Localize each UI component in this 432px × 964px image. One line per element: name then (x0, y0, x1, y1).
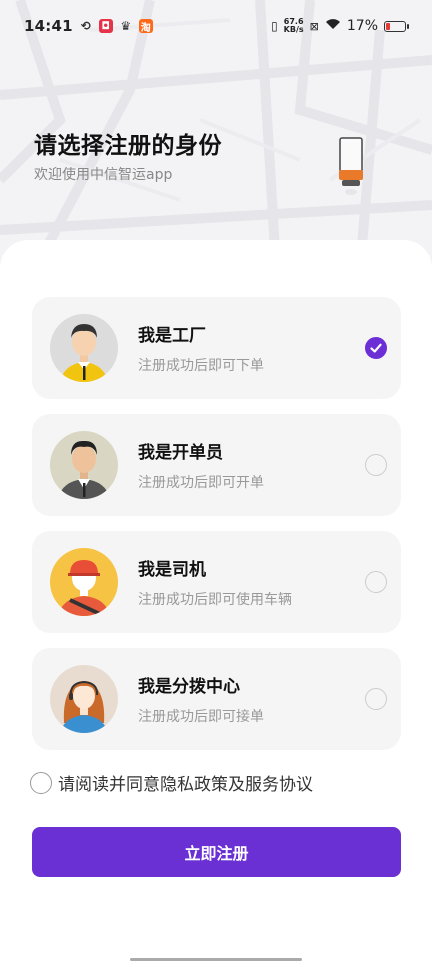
role-card-factory[interactable]: 我是工厂 注册成功后即可下单 (32, 297, 401, 399)
wifi-icon (325, 18, 341, 34)
role-card-order-clerk[interactable]: 我是开单员 注册成功后即可开单 (32, 414, 401, 516)
shopping-app-icon: 淘 (138, 19, 153, 34)
role-radio[interactable] (365, 688, 387, 710)
truck-illustration (336, 136, 368, 202)
role-texts: 我是司机 注册成功后即可使用车辆 (138, 555, 365, 609)
distribution-center-avatar (50, 665, 118, 733)
network-speed-unit: KB/s (283, 25, 304, 34)
role-title: 我是开单员 (138, 443, 223, 463)
role-title: 我是分拨中心 (138, 677, 240, 697)
battery-percent: 17% (346, 18, 378, 34)
check-icon (370, 343, 382, 353)
agreement-checkbox[interactable] (30, 771, 52, 794)
home-indicator (130, 958, 302, 961)
role-radio[interactable] (365, 571, 387, 593)
role-card-driver[interactable]: 我是司机 注册成功后即可使用车辆 (32, 531, 401, 633)
role-texts: 我是工厂 注册成功后即可下单 (138, 321, 365, 375)
status-right: ▯ 67.6 KB/s ⊠ 17% (271, 18, 409, 34)
page-title: 请选择注册的身份 (34, 133, 222, 159)
agreement-row[interactable]: 请阅读并同意隐私政策及服务协议 (30, 770, 313, 795)
role-radio-selected[interactable] (365, 337, 387, 359)
factory-avatar (50, 314, 118, 382)
crown-icon: ♛ (120, 19, 132, 33)
role-texts: 我是分拨中心 注册成功后即可接单 (138, 672, 365, 726)
battery-icon (384, 20, 409, 32)
order-clerk-avatar (50, 431, 118, 499)
agreement-text[interactable]: 请阅读并同意隐私政策及服务协议 (58, 770, 313, 795)
role-description: 注册成功后即可下单 (138, 358, 264, 374)
no-sim-icon: ⊠ (309, 19, 319, 33)
network-speed: 67.6 KB/s (284, 18, 304, 34)
role-description: 注册成功后即可使用车辆 (138, 592, 292, 608)
role-radio[interactable] (365, 454, 387, 476)
status-bar: 14:41 ⟲ ◘ ♛ 淘 ▯ 67.6 KB/s ⊠ 17% (0, 0, 432, 52)
vibrate-icon: ▯ (271, 19, 278, 33)
status-time: 14:41 (24, 17, 73, 35)
driver-avatar (50, 548, 118, 616)
page-subtitle: 欢迎使用中信智运app (34, 167, 173, 183)
role-card-distribution-center[interactable]: 我是分拨中心 注册成功后即可接单 (32, 648, 401, 750)
register-button[interactable]: 立即注册 (32, 827, 401, 877)
role-description: 注册成功后即可开单 (138, 475, 264, 491)
role-title: 我是工厂 (138, 326, 206, 346)
role-description: 注册成功后即可接单 (138, 709, 264, 725)
role-texts: 我是开单员 注册成功后即可开单 (138, 438, 365, 492)
app-notification-icon: ◘ (98, 19, 113, 33)
sync-app-icon: ⟲ (80, 19, 91, 33)
status-left: 14:41 ⟲ ◘ ♛ 淘 (24, 17, 153, 35)
role-title: 我是司机 (138, 560, 206, 580)
